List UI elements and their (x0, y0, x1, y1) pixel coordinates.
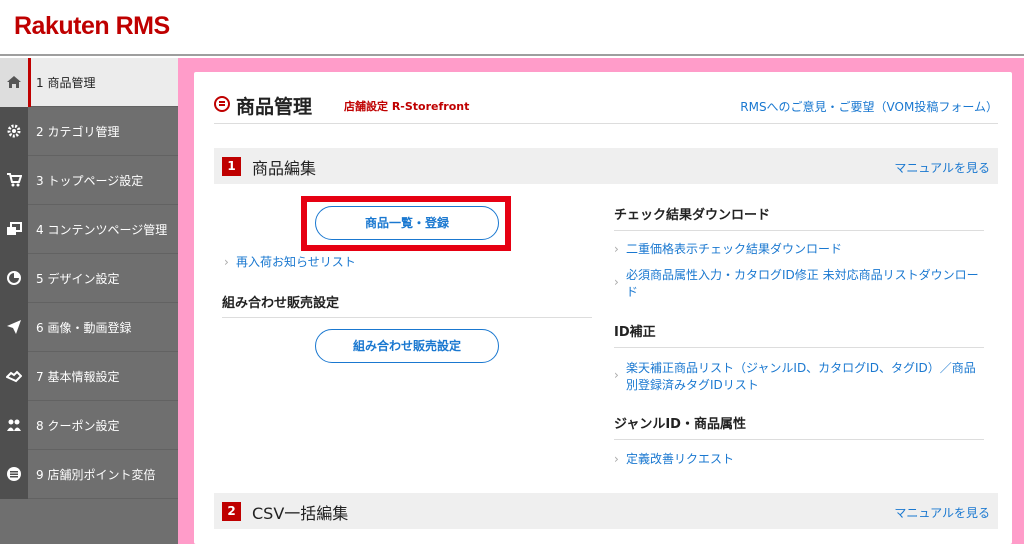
section-csv-bulk-edit: 2 CSV一括編集 マニュアルを見る (214, 493, 998, 529)
main-panel: 商品管理 店舗設定 R-Storefront RMSへのご意見・ご要望（VOM投… (194, 72, 1012, 544)
pages-icon (0, 204, 28, 254)
sidebar-item-label: 9 店舗別ポイント変倍 (36, 467, 156, 482)
manual-link[interactable]: マニュアルを見る (894, 159, 990, 176)
list-icon (214, 96, 230, 112)
divider (222, 317, 592, 318)
chevron-right-icon: › (224, 255, 229, 269)
combo-sales-heading: 組み合わせ販売設定 (222, 296, 340, 311)
sidebar-item-label: 1 商品管理 (36, 75, 96, 90)
sidebar-item-product-management[interactable]: 1 商品管理 (0, 57, 178, 107)
sidebar-item-label: 3 トップページ設定 (36, 173, 144, 188)
id-correction-heading: ID補正 (614, 325, 656, 340)
sidebar-item-label: 2 カテゴリ管理 (36, 124, 120, 139)
gear-icon (0, 106, 28, 156)
divider (614, 347, 984, 348)
divider (614, 230, 984, 231)
pie-chart-icon (0, 253, 28, 303)
page-title: 商品管理 (236, 96, 313, 118)
divider (614, 439, 984, 440)
sidebar-item-label: 5 デザイン設定 (36, 271, 120, 286)
sidebar-item-label: 6 画像・動画登録 (36, 320, 132, 335)
sidebar-item-store-point-multiplier[interactable]: 9 店舗別ポイント変倍 (0, 449, 178, 499)
paper-plane-icon (0, 302, 28, 352)
sidebar-item-coupon-settings[interactable]: 8 クーポン設定 (0, 400, 178, 450)
home-icon (0, 57, 28, 107)
handshake-icon (0, 351, 28, 401)
section-title: CSV一括編集 (252, 504, 349, 523)
page-header: 商品管理 店舗設定 R-Storefront RMSへのご意見・ご要望（VOM投… (214, 92, 998, 124)
section-number: 2 (222, 502, 241, 521)
cart-icon (0, 155, 28, 205)
genre-id-attributes-heading: ジャンルID・商品属性 (614, 417, 746, 432)
required-attributes-download-link[interactable]: 必須商品属性入力・カタログID修正 未対応商品リストダウンロード (626, 267, 986, 301)
app-header: Rakuten RMS (0, 0, 1024, 56)
combo-sales-settings-button[interactable]: 組み合わせ販売設定 (315, 329, 499, 363)
sidebar-item-label: 8 クーポン設定 (36, 418, 120, 433)
chevron-right-icon: › (614, 368, 619, 382)
rakuten-rms-logo[interactable]: Rakuten RMS (14, 12, 170, 41)
section-product-edit: 1 商品編集 マニュアルを見る (214, 148, 998, 184)
definition-improvement-request-link[interactable]: 定義改善リクエスト (626, 451, 734, 468)
rakuten-correction-list-link[interactable]: 楽天補正商品リスト（ジャンルID、カタログID、タグID）／商品別登録済みタグI… (626, 360, 986, 394)
sidebar-item-basic-info-settings[interactable]: 7 基本情報設定 (0, 351, 178, 401)
store-name: 店舗設定 R-Storefront (344, 100, 470, 113)
highlight-box (301, 196, 511, 251)
section-number: 1 (222, 157, 241, 176)
manual-link[interactable]: マニュアルを見る (894, 504, 990, 521)
restock-notification-link[interactable]: 再入荷お知らせリスト (236, 254, 356, 271)
double-price-check-download-link[interactable]: 二重価格表示チェック結果ダウンロード (626, 241, 986, 258)
sidebar-item-content-page-management[interactable]: 4 コンテンツページ管理 (0, 204, 178, 254)
check-download-heading: チェック結果ダウンロード (614, 208, 771, 223)
users-icon (0, 400, 28, 450)
sidebar-item-top-page-settings[interactable]: 3 トップページ設定 (0, 155, 178, 205)
list-circle-icon (0, 449, 28, 499)
section-title: 商品編集 (252, 159, 317, 178)
sidebar-item-image-video-registration[interactable]: 6 画像・動画登録 (0, 302, 178, 352)
sidebar-item-design-settings[interactable]: 5 デザイン設定 (0, 253, 178, 303)
feedback-link[interactable]: RMSへのご意見・ご要望（VOM投稿フォーム） (740, 98, 998, 115)
sidebar-item-category-management[interactable]: 2 カテゴリ管理 (0, 106, 178, 156)
sidebar-item-label: 7 基本情報設定 (36, 369, 120, 384)
sidebar: 1 商品管理 2 カテゴリ管理 3 トップページ設定 4 コンテンツページ管理 … (0, 57, 178, 544)
chevron-right-icon: › (614, 452, 619, 466)
sidebar-item-label: 4 コンテンツページ管理 (36, 222, 168, 237)
chevron-right-icon: › (614, 242, 619, 256)
chevron-right-icon: › (614, 275, 619, 289)
